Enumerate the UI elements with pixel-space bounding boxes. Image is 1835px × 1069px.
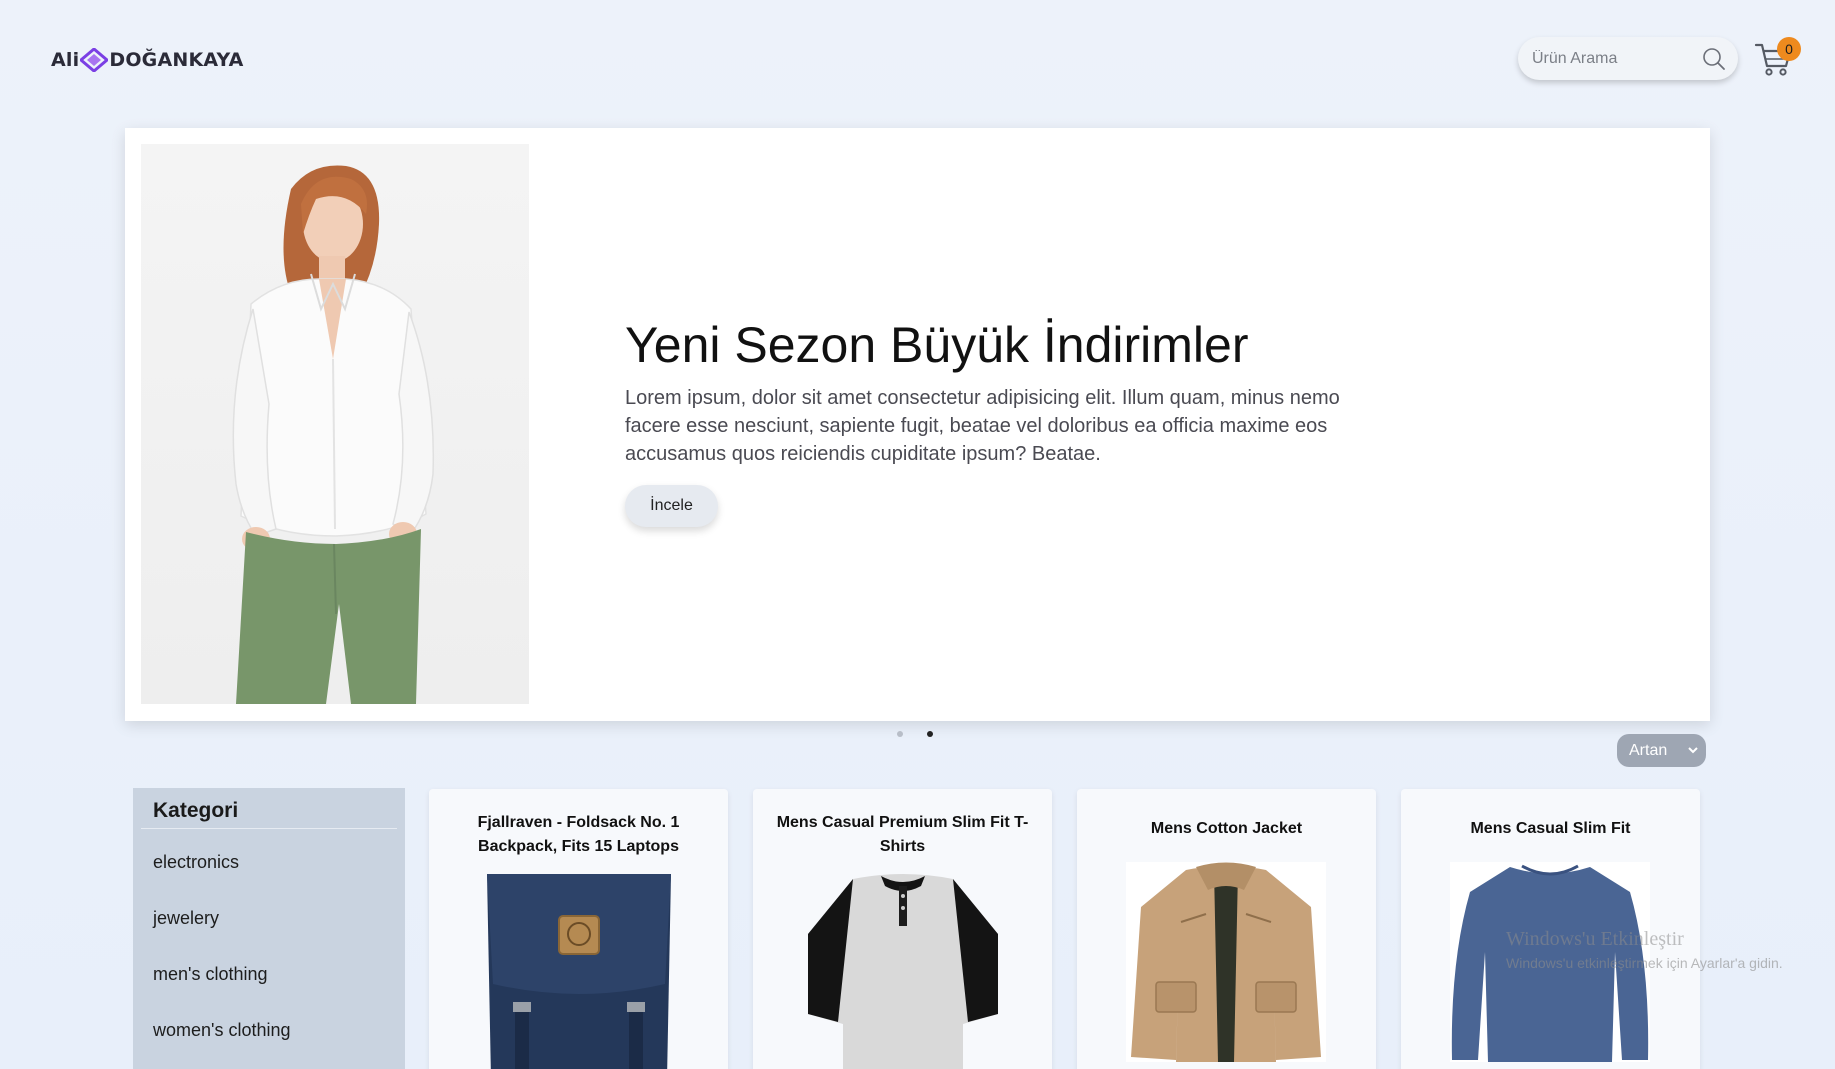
slider-dots: [897, 731, 933, 737]
logo-diamond-icon: [80, 48, 109, 72]
product-image-backpack: [479, 874, 679, 1069]
product-card[interactable]: Fjallraven - Foldsack No. 1 Backpack, Fi…: [429, 789, 728, 1069]
category-sidebar: Kategori electronics jewelery men's clot…: [133, 788, 405, 1069]
hero-title: Yeni Sezon Büyük İndirimler: [625, 317, 1249, 373]
sort-selected-value: Artan: [1629, 741, 1668, 759]
chevron-down-icon: [1688, 747, 1698, 754]
sidebar-divider: [141, 828, 397, 829]
product-title: Mens Cotton Jacket: [1150, 820, 1303, 837]
product-card[interactable]: Mens Cotton Jacket: [1077, 789, 1376, 1069]
slider-dot-2[interactable]: [927, 731, 933, 737]
header: Ali DOĞANKAYA 0: [0, 0, 1835, 120]
product-card[interactable]: Mens Casual Premium Slim Fit T-Shirts: [753, 789, 1052, 1069]
hero-description: Lorem ipsum, dolor sit amet consectetur …: [625, 387, 1340, 465]
sidebar-title: Kategori: [153, 799, 239, 822]
sort-select[interactable]: Artan: [1617, 734, 1706, 767]
product-title: Mens Casual Premium Slim Fit T-Shirts: [776, 814, 1029, 855]
windows-watermark-title: Windows'u Etkinleştir: [1506, 928, 1684, 950]
sidebar-item-electronics[interactable]: electronics: [153, 852, 239, 873]
hero-slider: Yeni Sezon Büyük İndirimler Lorem ipsum,…: [125, 128, 1710, 721]
search-box: [1518, 37, 1738, 80]
product-title: Fjallraven - Foldsack No. 1 Backpack, Fi…: [477, 814, 680, 855]
product-image-jacket: [1126, 862, 1326, 1062]
search-input[interactable]: [1532, 49, 1692, 68]
sidebar-item-womens-clothing[interactable]: women's clothing: [153, 1020, 291, 1041]
slider-dot-1[interactable]: [897, 731, 903, 737]
windows-watermark-subtitle: Windows'u etkinleştirmek için Ayarlar'a …: [1506, 955, 1783, 971]
product-title: Mens Casual Slim Fit: [1470, 820, 1631, 837]
product-image-tshirt: [803, 874, 1003, 1069]
sidebar-item-mens-clothing[interactable]: men's clothing: [153, 964, 268, 985]
logo[interactable]: Ali DOĞANKAYA: [51, 48, 244, 72]
inspect-button[interactable]: İncele: [625, 485, 718, 527]
cart-count-badge: 0: [1777, 37, 1801, 61]
search-icon[interactable]: [1702, 47, 1726, 71]
sidebar-item-jewelery[interactable]: jewelery: [153, 908, 219, 929]
logo-text-right: DOĞANKAYA: [109, 49, 244, 71]
logo-text-left: Ali: [51, 49, 80, 71]
hero-model-image: [141, 144, 529, 704]
